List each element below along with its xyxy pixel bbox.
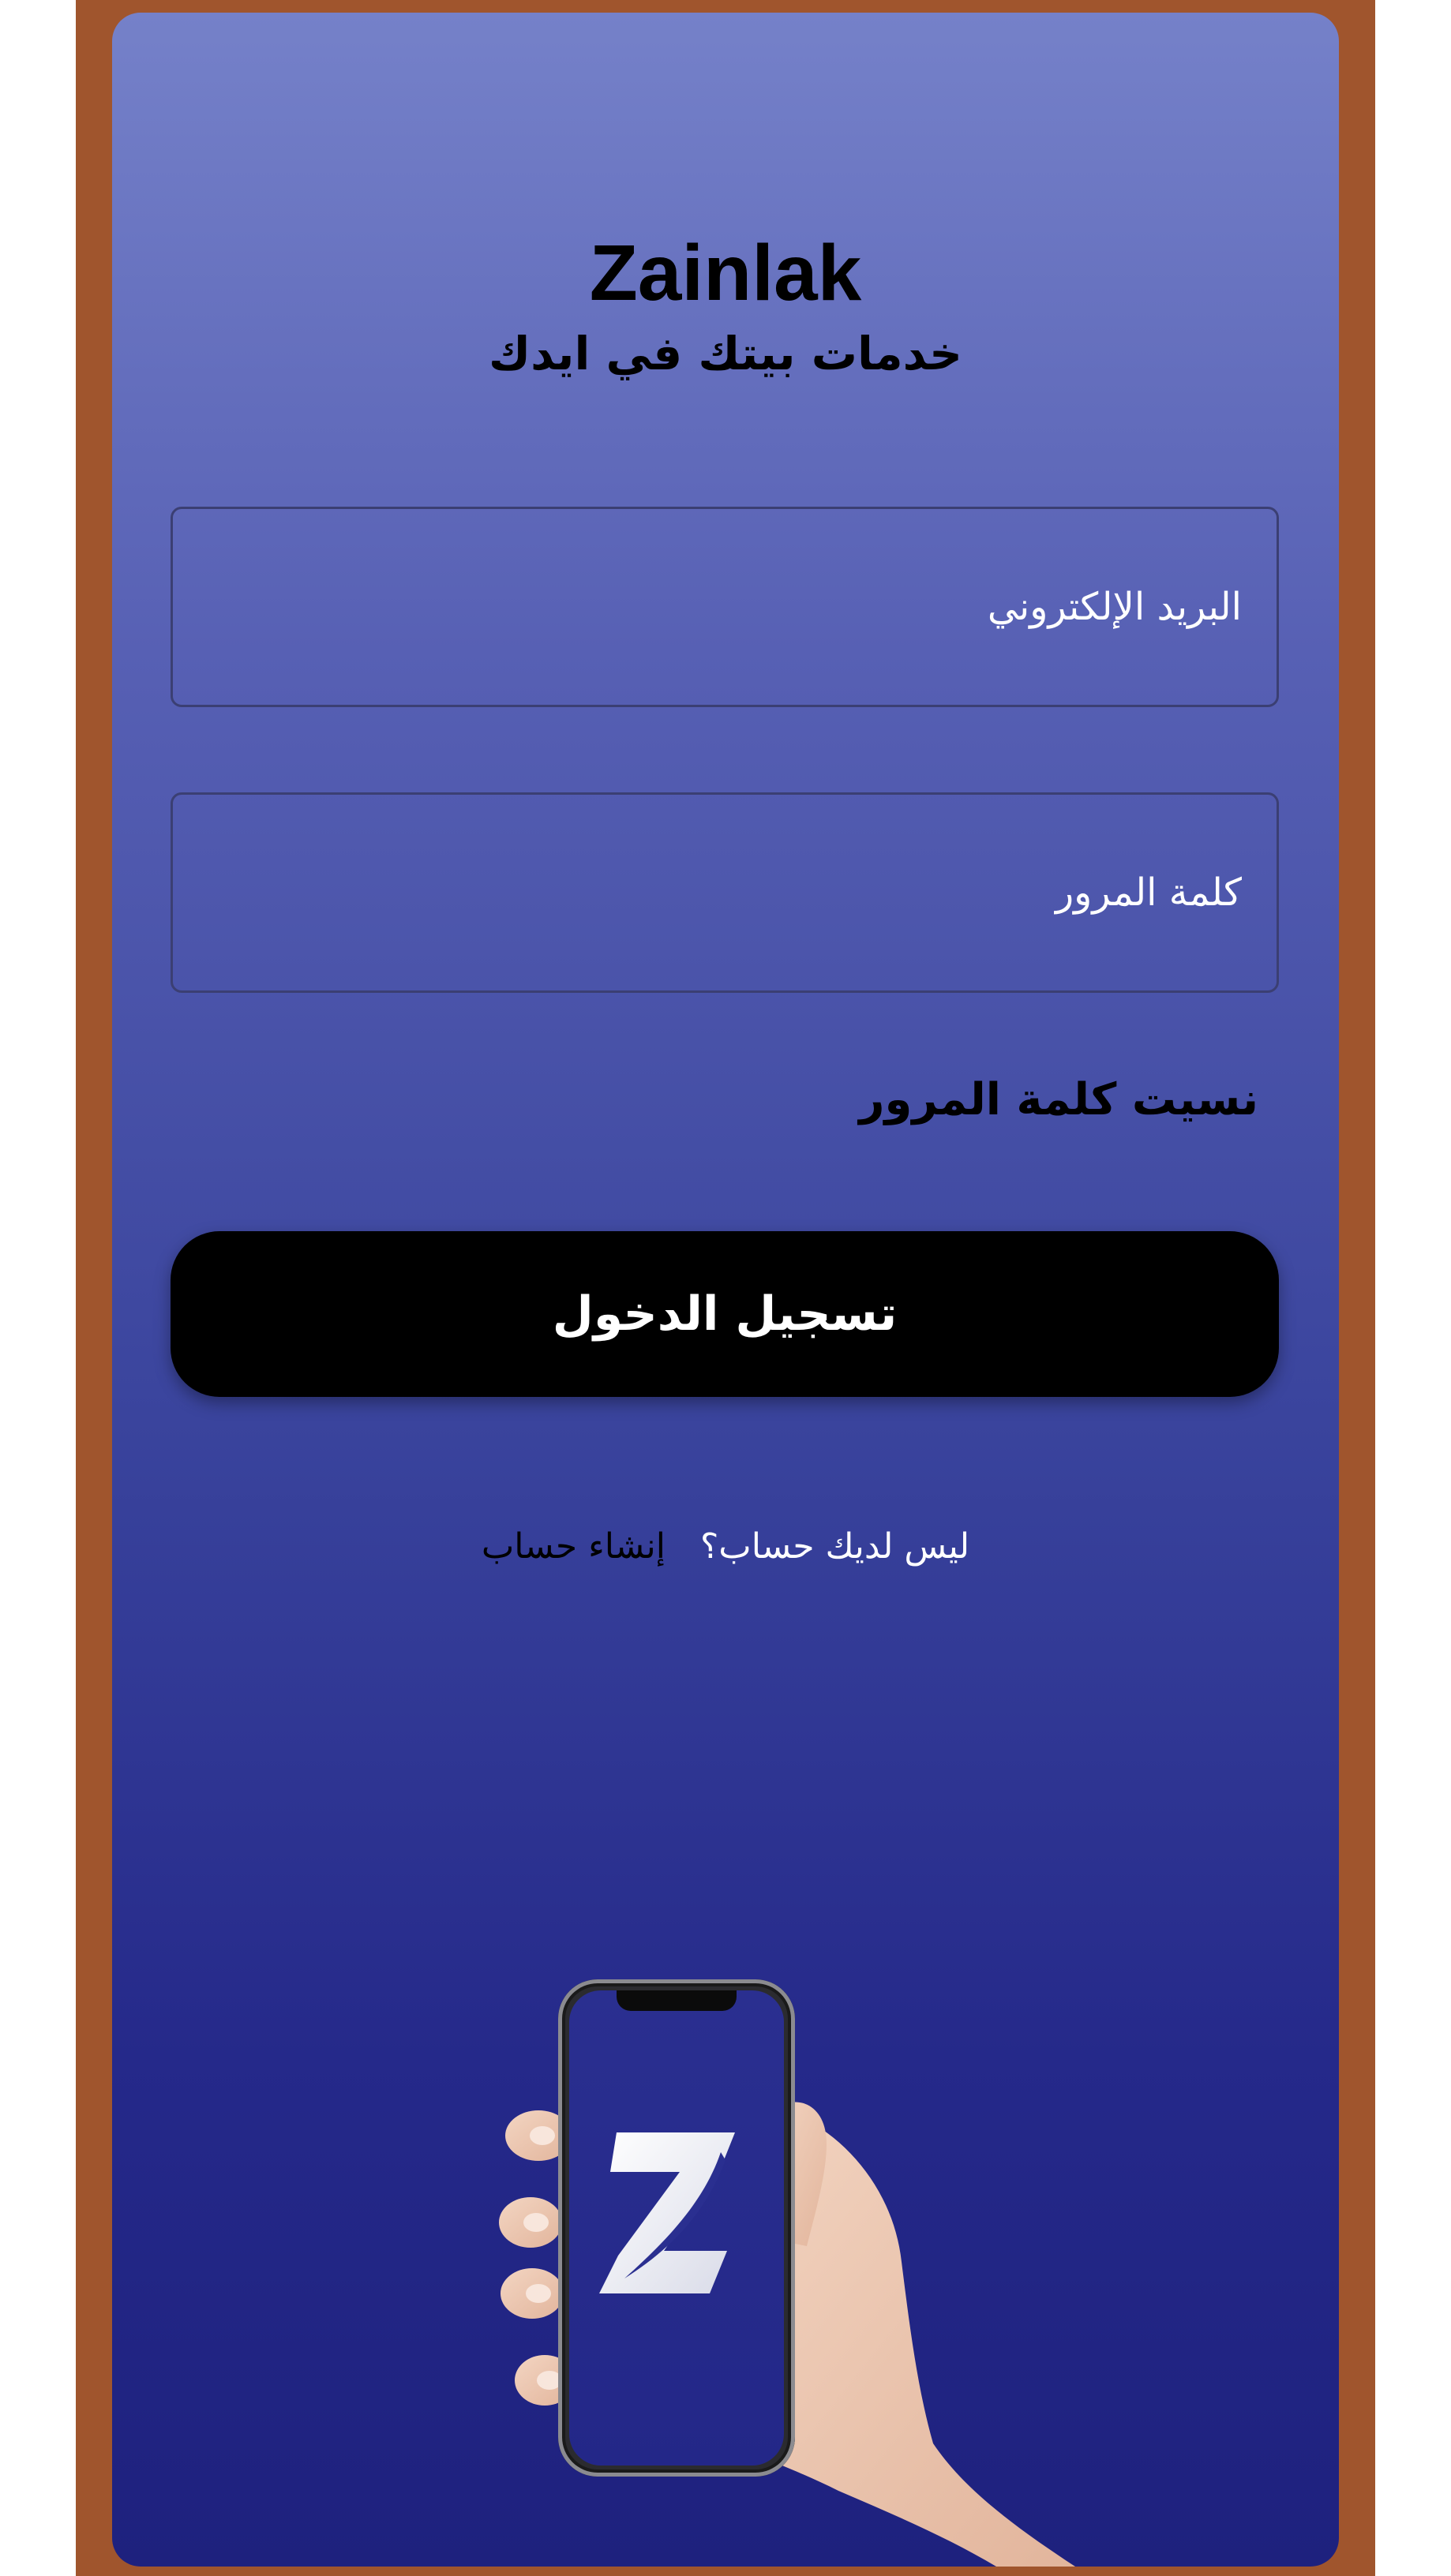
zainlak-z-logo-icon <box>599 2132 735 2293</box>
phone-screen <box>569 1990 784 2466</box>
phone-illustration <box>558 1979 795 2477</box>
login-screen: Zainlak خدمات بيتك في ايدك نسيت كلمة الم… <box>112 13 1339 2567</box>
